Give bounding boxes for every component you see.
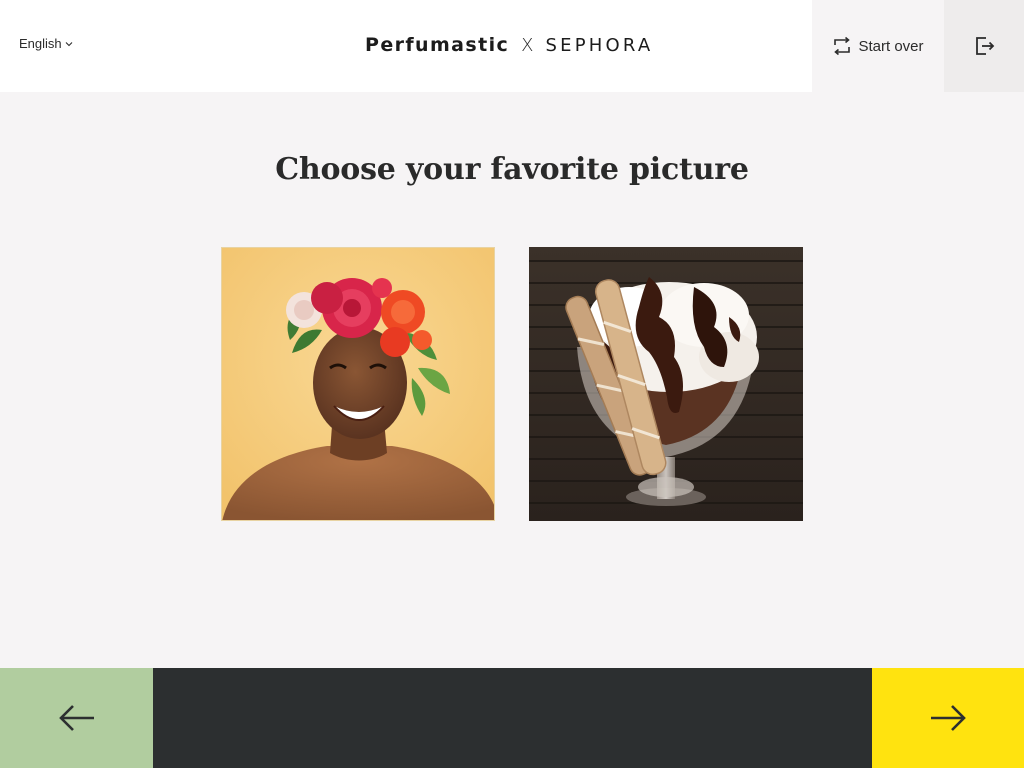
arrow-left-icon <box>58 705 94 731</box>
brand-separator: X <box>521 34 534 56</box>
ice-cream-sundae-image <box>529 247 803 521</box>
next-button[interactable] <box>872 668 1024 768</box>
page-title: Choose your favorite picture <box>275 152 749 187</box>
header: English Perfumastic X SEPHORA Start over <box>0 0 1024 92</box>
logout-icon <box>976 37 995 55</box>
logout-button[interactable] <box>944 0 1024 92</box>
woman-flower-crown-image <box>222 248 494 520</box>
language-label: English <box>19 36 62 51</box>
back-button[interactable] <box>0 668 153 768</box>
brand-sephora: SEPHORA <box>545 34 654 56</box>
language-selector[interactable]: English <box>19 36 73 51</box>
start-over-button[interactable]: Start over <box>812 0 944 92</box>
brand-perfumastic: Perfumastic <box>365 34 510 56</box>
picture-option-sundae[interactable] <box>529 247 803 521</box>
brand-logo: Perfumastic X SEPHORA <box>365 30 653 60</box>
footer-nav <box>0 668 1024 768</box>
picture-option-woman[interactable] <box>221 247 495 521</box>
start-over-label: Start over <box>858 37 924 55</box>
chevron-down-icon <box>65 42 73 47</box>
arrow-right-icon <box>931 705 966 731</box>
repeat-icon <box>834 36 851 56</box>
